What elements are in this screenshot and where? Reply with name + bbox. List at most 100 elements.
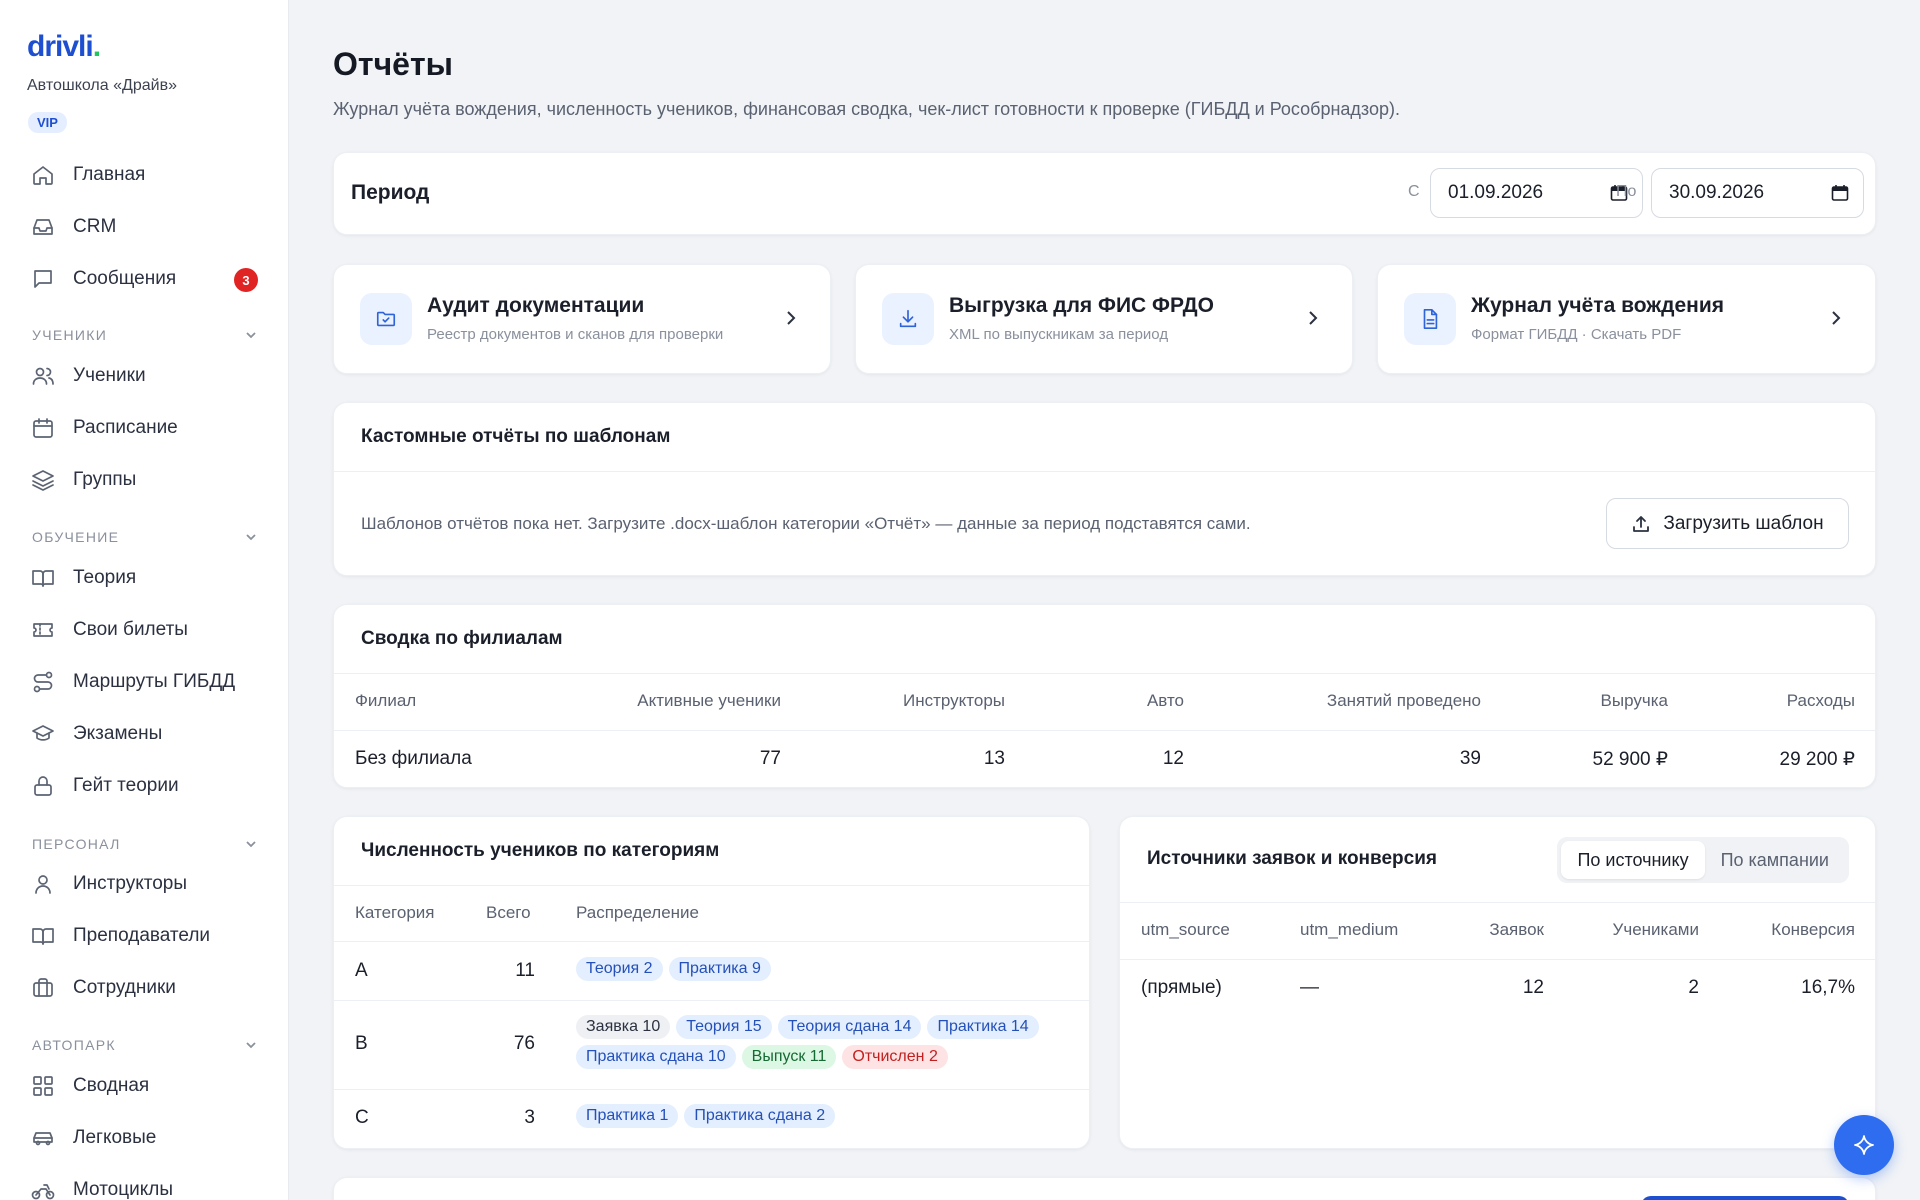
card-title: Аудит документации — [427, 294, 645, 317]
distribution-chips: Теория 2 Практика 9 — [576, 957, 1096, 987]
status-chip: Теория сдана 14 — [777, 1015, 922, 1039]
book-open-icon — [30, 923, 56, 949]
grid-icon — [30, 1073, 56, 1099]
cell-leads: 12 — [1522, 977, 1544, 998]
sidebar-item-label: Свои билеты — [73, 619, 188, 640]
sidebar-item-label: Маршруты ГИБДД — [73, 671, 236, 692]
cell-total: 76 — [513, 1033, 535, 1054]
cell-category: A — [355, 960, 368, 981]
briefcase-icon — [30, 975, 56, 1001]
cell-utm-medium: — — [1300, 977, 1319, 998]
status-chip: Практика сдана 10 — [576, 1045, 736, 1069]
upload-icon — [1633, 515, 1650, 532]
col-header: Инструкторы — [902, 691, 1005, 710]
cell-category: B — [355, 1033, 368, 1054]
calendar-icon — [30, 415, 56, 441]
cell-lessons: 39 — [1459, 748, 1481, 769]
section-fleet[interactable]: АВТОПАРК — [32, 1037, 258, 1053]
col-header: Распределение — [576, 903, 699, 922]
sidebar-item-instructors[interactable]: Инструкторы — [30, 864, 262, 904]
calendar-icon — [1831, 185, 1849, 201]
distribution-chips: Практика 1 Практика сдана 2 — [576, 1104, 1096, 1134]
sidebar-item-exams[interactable]: Экзамены — [30, 714, 262, 754]
ticket-icon — [30, 617, 56, 643]
empty-state-text: Шаблонов отчётов пока нет. Загрузите .do… — [361, 514, 1251, 533]
tab-by-campaign[interactable]: По кампании — [1705, 841, 1845, 879]
sidebar-item-theory-gate[interactable]: Гейт теории — [30, 766, 262, 806]
section-title: Источники заявок и конверсия — [1147, 848, 1437, 869]
sidebar-item-label: Теория — [73, 567, 137, 588]
cell-utm-source: (прямые) — [1141, 977, 1222, 998]
sidebar-item-employees[interactable]: Сотрудники — [30, 968, 262, 1008]
custom-templates-card: Кастомные отчёты по шаблонам Шаблонов от… — [333, 402, 1876, 576]
section-title: Сводка по филиалам — [361, 628, 563, 649]
sidebar-item-fleet-summary[interactable]: Сводная — [30, 1066, 262, 1106]
school-name: Автошкола «Драйв» — [27, 77, 177, 94]
layers-icon — [30, 467, 56, 493]
download-icon — [882, 293, 934, 345]
status-chip: Практика 9 — [668, 957, 771, 981]
status-chip: Заявка 10 — [576, 1015, 671, 1039]
driving-log-card[interactable]: Журнал учёта вождения Формат ГИБДД · Ска… — [1377, 264, 1876, 374]
tab-by-source[interactable]: По источнику — [1561, 841, 1705, 879]
sidebar-item-groups[interactable]: Группы — [30, 460, 262, 500]
sidebar-item-cars[interactable]: Легковые — [30, 1118, 262, 1158]
sidebar-item-routes[interactable]: Маршруты ГИБДД — [30, 662, 262, 702]
folder-check-icon — [360, 293, 412, 345]
sidebar-item-label: Сообщения — [73, 268, 177, 289]
sidebar-item-teachers[interactable]: Преподаватели — [30, 916, 262, 956]
upload-template-button[interactable]: Загрузить шаблон — [1606, 498, 1849, 549]
sidebar-item-theory[interactable]: Теория — [30, 558, 262, 598]
period-card: Период С 01.09.2026 По 30.09.2026 — [333, 152, 1876, 235]
motorcycle-icon — [30, 1177, 56, 1200]
col-header: Авто — [1146, 691, 1184, 710]
lead-sources-card: Источники заявок и конверсия По источник… — [1119, 816, 1876, 1149]
sidebar-item-motorcycles[interactable]: Мотоциклы — [30, 1170, 262, 1200]
section-title: Кастомные отчёты по шаблонам — [361, 426, 671, 447]
cell-cars: 12 — [1162, 748, 1184, 769]
col-header: Всего — [486, 903, 531, 922]
sidebar-item-schedule[interactable]: Расписание — [30, 408, 262, 448]
audit-docs-card[interactable]: Аудит документации Реестр документов и с… — [333, 264, 831, 374]
ai-assistant-button[interactable] — [1834, 1115, 1894, 1175]
sidebar-item-label: Расписание — [73, 417, 178, 438]
fis-frdo-export-card[interactable]: Выгрузка для ФИС ФРДО XML по выпускникам… — [855, 264, 1353, 374]
logo[interactable]: drivli. — [27, 30, 101, 64]
sidebar-item-label: CRM — [73, 216, 117, 237]
status-chip: Практика 1 — [576, 1104, 679, 1128]
chevron-down-icon — [246, 1042, 256, 1049]
section-title: Численность учеников по категориям — [361, 840, 720, 861]
card-subtitle: Формат ГИБДД · Скачать PDF — [1471, 326, 1682, 343]
cell-students: 2 — [1688, 977, 1699, 998]
col-header: utm_medium — [1300, 920, 1399, 939]
section-students[interactable]: УЧЕНИКИ — [32, 327, 258, 343]
cell-active-students: 77 — [759, 748, 781, 769]
students-by-category-card: Численность учеников по категориям Катег… — [333, 816, 1090, 1149]
sidebar-item-crm[interactable]: CRM — [30, 207, 262, 247]
next-card — [333, 1177, 1876, 1200]
from-label: С — [1408, 183, 1420, 200]
sidebar-item-label: Экзамены — [73, 723, 163, 744]
chevron-right-icon — [1309, 311, 1318, 325]
chevron-down-icon — [246, 534, 256, 541]
chevron-down-icon — [246, 332, 256, 339]
sidebar-item-tickets[interactable]: Свои билеты — [30, 610, 262, 650]
col-header: Активные ученики — [637, 691, 781, 710]
sidebar: drivli. Автошкола «Драйв» VIP Главная CR… — [0, 0, 289, 1200]
section-education[interactable]: ОБУЧЕНИЕ — [32, 529, 258, 545]
sidebar-item-students[interactable]: Ученики — [30, 356, 262, 396]
section-staff[interactable]: ПЕРСОНАЛ — [32, 836, 258, 852]
to-date-input[interactable]: 30.09.2026 — [1651, 168, 1864, 218]
sidebar-item-home[interactable]: Главная — [30, 155, 262, 195]
from-date-input[interactable]: 01.09.2026 — [1430, 168, 1643, 218]
col-header: Конверсия — [1771, 920, 1855, 939]
document-icon — [1404, 293, 1456, 345]
col-header: utm_source — [1141, 920, 1230, 939]
home-icon — [30, 162, 56, 188]
sidebar-item-messages[interactable]: Сообщения 3 — [30, 259, 262, 299]
vip-badge: VIP — [28, 112, 67, 133]
lock-icon — [30, 773, 56, 799]
card-subtitle: Реестр документов и сканов для проверки — [427, 326, 724, 343]
primary-button[interactable] — [1641, 1196, 1849, 1200]
card-title: Выгрузка для ФИС ФРДО — [949, 294, 1214, 317]
